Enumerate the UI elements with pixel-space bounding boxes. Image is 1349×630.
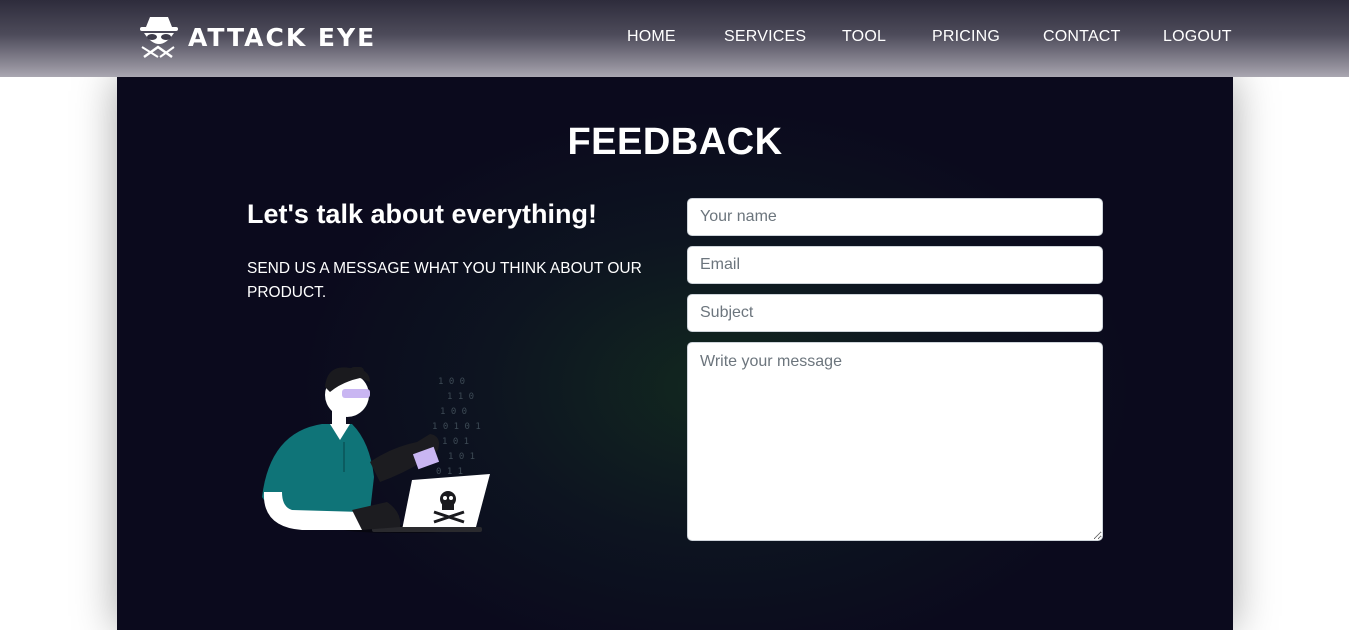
- svg-text:1 1 0: 1 1 0: [447, 392, 474, 402]
- feedback-section: FEEDBACK Let's talk about everything! SE…: [117, 77, 1233, 630]
- nav-tool[interactable]: TOOL: [842, 28, 886, 46]
- svg-text:1 0 1: 1 0 1: [448, 452, 475, 462]
- svg-text:1 0 1: 1 0 1: [442, 437, 469, 447]
- nav-logout[interactable]: LOGOUT: [1163, 28, 1232, 46]
- brand-name: ATTACK EYE: [188, 22, 377, 52]
- page-title: FEEDBACK: [567, 121, 783, 163]
- feedback-subtext: SEND US A MESSAGE WHAT YOU THINK ABOUT O…: [247, 260, 642, 301]
- nav-home[interactable]: HOME: [627, 28, 676, 46]
- svg-text:1 0 1 0 1: 1 0 1 0 1: [432, 422, 481, 432]
- nav-pricing[interactable]: PRICING: [932, 28, 1000, 46]
- navbar: ATTACK EYE HOME SERVICES TOOL PRICING CO…: [0, 0, 1349, 77]
- svg-text:1 0 0: 1 0 0: [438, 377, 465, 387]
- nav-services[interactable]: SERVICES: [724, 28, 806, 46]
- message-textarea[interactable]: [687, 342, 1103, 541]
- feedback-heading: Let's talk about everything!: [247, 199, 597, 229]
- subject-input[interactable]: [687, 294, 1103, 332]
- svg-text:0 1 1: 0 1 1: [436, 467, 463, 477]
- nav-contact[interactable]: CONTACT: [1043, 28, 1121, 46]
- email-input[interactable]: [687, 246, 1103, 284]
- spy-icon: [140, 17, 178, 59]
- name-input[interactable]: [687, 198, 1103, 236]
- brand-logo[interactable]: ATTACK EYE: [138, 14, 376, 60]
- svg-text:1 0 0: 1 0 0: [440, 407, 467, 417]
- hacker-laptop-illustration: 1 0 0 1 1 0 1 0 0 1 0 1 0 1 1 0 1 1 0 1 …: [262, 367, 490, 533]
